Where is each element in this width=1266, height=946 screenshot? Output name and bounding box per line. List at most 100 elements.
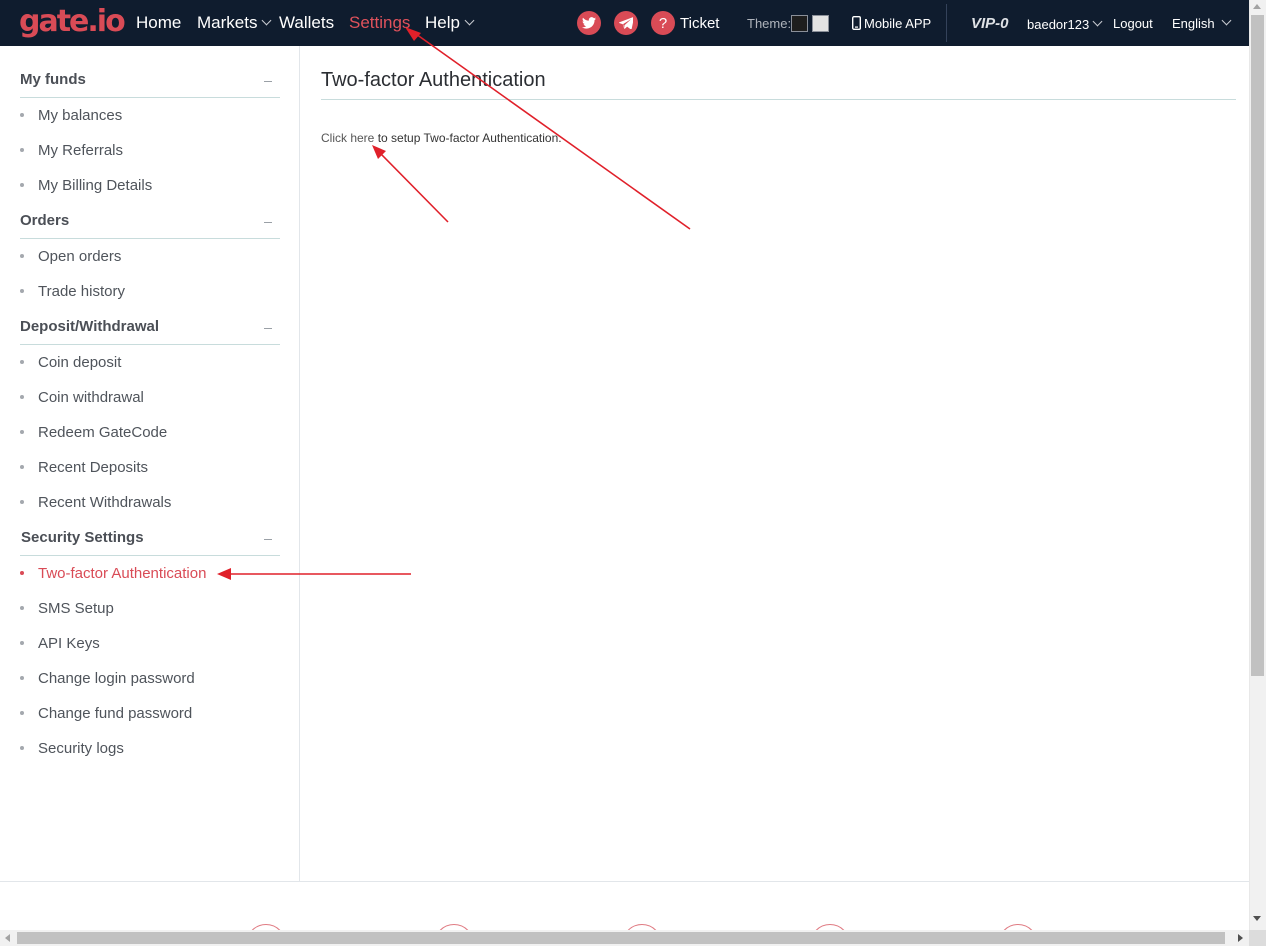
sidebar-item-label: Redeem GateCode [38, 424, 168, 441]
sidebar-item-label: Change login password [38, 670, 195, 687]
sidebar-item-trade-history[interactable]: Trade history [20, 283, 125, 300]
scrollbar-corner [1249, 930, 1266, 946]
sidebar-item-label: Open orders [38, 248, 122, 265]
nav-help-menu[interactable]: Help [425, 13, 475, 33]
bullet-icon [20, 289, 24, 293]
sidebar-item-label: Security logs [38, 740, 124, 757]
mobile-app-link[interactable]: Mobile APP [851, 15, 932, 31]
user-menu[interactable]: baedor123 [1027, 16, 1103, 32]
nav-settings-link[interactable]: Settings [349, 13, 410, 33]
sidebar-item-my-balances[interactable]: My balances [20, 107, 122, 124]
mobile-phone-icon [851, 15, 861, 31]
title-divider [321, 99, 1236, 100]
click-here-link[interactable]: Click here [321, 131, 374, 145]
vertical-scrollbar-thumb[interactable] [1251, 15, 1264, 676]
section-divider [20, 97, 280, 98]
sidebar-item-label: My Billing Details [38, 177, 153, 194]
sidebar-item-redeem-gatecode[interactable]: Redeem GateCode [20, 424, 167, 441]
question-icon[interactable]: ? [651, 11, 675, 35]
collapse-icon[interactable] [264, 222, 272, 223]
sidebar-item-label: Recent Withdrawals [38, 494, 172, 511]
logout-link[interactable]: Logout [1113, 16, 1153, 31]
vip-level-badge: VIP-0 [971, 15, 1009, 32]
nav-wallets-link[interactable]: Wallets [279, 13, 334, 33]
bullet-icon [20, 254, 24, 258]
sidebar-item-label: Recent Deposits [38, 459, 149, 476]
sidebar-item-security-logs[interactable]: Security logs [20, 740, 124, 757]
scroll-down-arrow-icon[interactable] [1253, 916, 1261, 921]
bullet-icon [20, 571, 24, 575]
sidebar-item-label: SMS Setup [38, 600, 114, 617]
language-selector[interactable]: English [1172, 15, 1232, 31]
arrowhead-icon [372, 145, 386, 159]
sidebar-item-two-factor-authentication[interactable]: Two-factor Authentication [20, 565, 206, 582]
chevron-down-icon [1221, 15, 1232, 26]
section-divider [20, 555, 280, 556]
bullet-icon [20, 606, 24, 610]
sidebar-item-change-fund-password[interactable]: Change fund password [20, 705, 192, 722]
chevron-down-icon [464, 15, 475, 26]
sidebar-item-label: Coin withdrawal [38, 389, 144, 406]
gateio-logo[interactable]: gate.io [19, 5, 126, 39]
sidebar-item-recent-withdrawals[interactable]: Recent Withdrawals [20, 494, 171, 511]
top-navigation-bar: gate.io Home Markets Wallets Settings He… [0, 0, 1249, 46]
sidebar-item-my-billing-details[interactable]: My Billing Details [20, 177, 152, 194]
sidebar-item-label: Change fund password [38, 705, 193, 722]
sidebar-item-sms-setup[interactable]: SMS Setup [20, 600, 114, 617]
bullet-icon [20, 641, 24, 645]
sidebar-item-coin-deposit[interactable]: Coin deposit [20, 354, 121, 371]
chevron-down-icon [1092, 16, 1103, 27]
section-divider [20, 344, 280, 345]
theme-light-swatch[interactable] [812, 15, 829, 32]
sidebar-item-label: Coin deposit [38, 354, 122, 371]
sidebar-item-label: Trade history [38, 283, 125, 300]
collapse-icon[interactable] [264, 539, 272, 540]
sidebar-item-coin-withdrawal[interactable]: Coin withdrawal [20, 389, 144, 406]
twitter-icon[interactable] [577, 11, 601, 35]
sidebar-item-recent-deposits[interactable]: Recent Deposits [20, 459, 148, 476]
scroll-right-arrow-icon[interactable] [1238, 934, 1243, 942]
account-sidebar: My funds My balances My Referrals My Bil… [0, 46, 300, 881]
theme-label: Theme: [747, 16, 792, 31]
setup-instructions: Click here to setup Two-factor Authentic… [321, 131, 562, 145]
ticket-link[interactable]: Ticket [680, 15, 719, 32]
collapse-icon[interactable] [264, 328, 272, 329]
sidebar-section-orders[interactable]: Orders [20, 212, 69, 229]
bullet-icon [20, 148, 24, 152]
bullet-icon [20, 113, 24, 117]
nav-help-label: Help [425, 13, 460, 32]
sidebar-item-label: My balances [38, 107, 123, 124]
bullet-icon [20, 676, 24, 680]
sidebar-item-my-referrals[interactable]: My Referrals [20, 142, 123, 159]
setup-instructions-text: to setup Two-factor Authentication. [374, 131, 562, 145]
language-label: English [1172, 16, 1215, 31]
bullet-icon [20, 360, 24, 364]
theme-dark-swatch[interactable] [791, 15, 808, 32]
sidebar-item-change-login-password[interactable]: Change login password [20, 670, 195, 687]
nav-markets-label: Markets [197, 13, 258, 32]
scroll-up-arrow-icon[interactable] [1253, 4, 1261, 9]
footer-divider [0, 881, 1249, 882]
sidebar-item-open-orders[interactable]: Open orders [20, 248, 121, 265]
sidebar-item-label: Two-factor Authentication [38, 565, 207, 582]
scroll-left-arrow-icon[interactable] [5, 934, 10, 942]
telegram-icon[interactable] [614, 11, 638, 35]
sidebar-section-my-funds[interactable]: My funds [20, 71, 86, 88]
bullet-icon [20, 711, 24, 715]
sidebar-section-security-settings[interactable]: Security Settings [21, 529, 144, 546]
mobile-app-label: Mobile APP [864, 16, 932, 31]
nav-divider [946, 4, 947, 42]
bullet-icon [20, 430, 24, 434]
bullet-icon [20, 746, 24, 750]
app-window: gate.io Home Markets Wallets Settings He… [0, 0, 1266, 946]
sidebar-item-api-keys[interactable]: API Keys [20, 635, 100, 652]
sidebar-item-label: API Keys [38, 635, 100, 652]
bullet-icon [20, 395, 24, 399]
bullet-icon [20, 183, 24, 187]
horizontal-scrollbar-thumb[interactable] [17, 932, 1225, 944]
bullet-icon [20, 500, 24, 504]
sidebar-section-deposit-withdrawal[interactable]: Deposit/Withdrawal [20, 318, 159, 335]
nav-home-link[interactable]: Home [136, 13, 181, 33]
nav-markets-menu[interactable]: Markets [197, 13, 272, 33]
collapse-icon[interactable] [264, 81, 272, 82]
